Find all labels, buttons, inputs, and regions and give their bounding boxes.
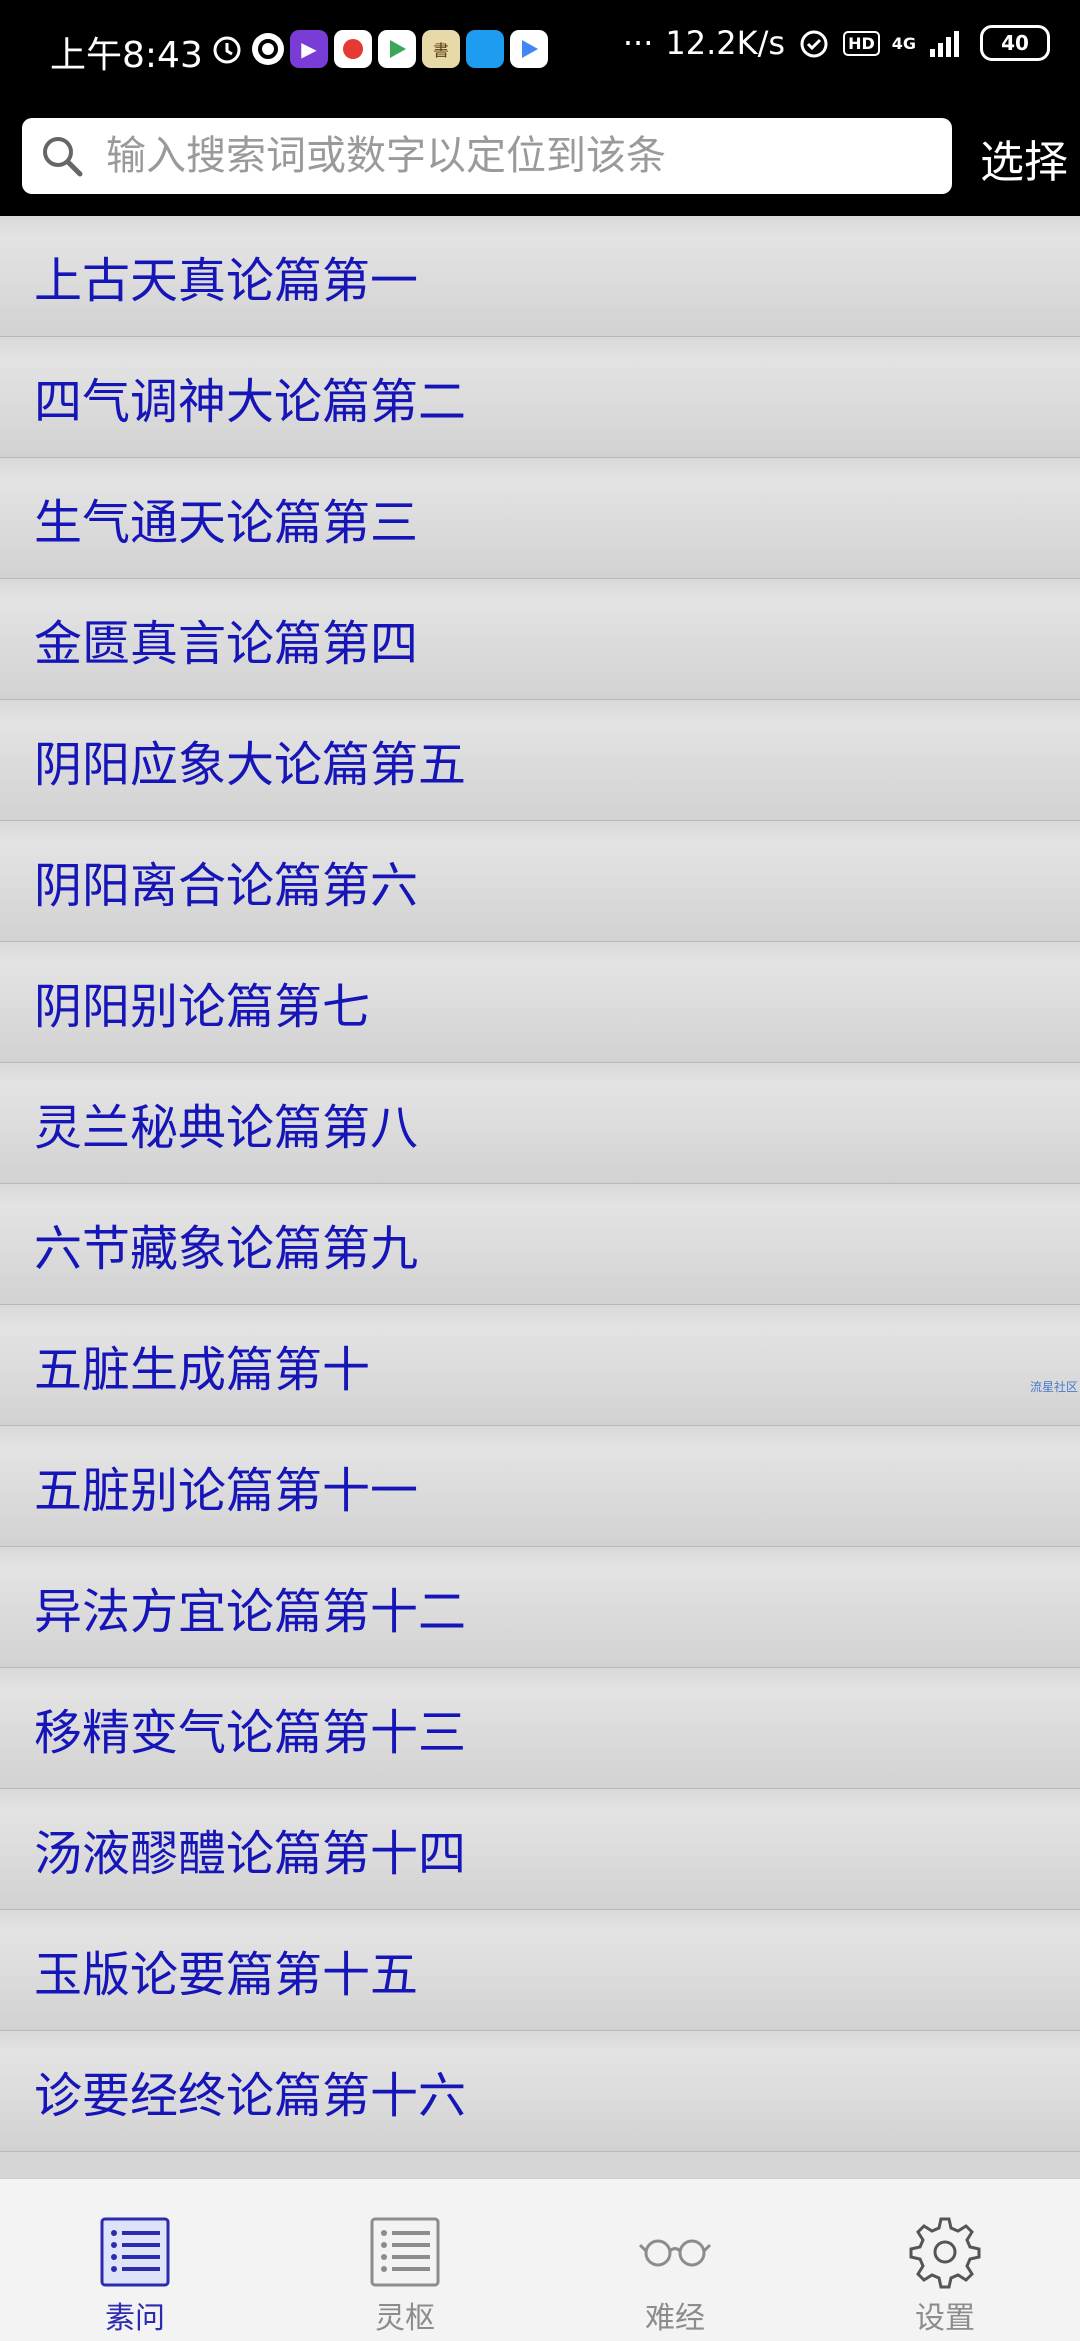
list-item[interactable]: 阴阳离合论篇第六 [0, 821, 1080, 942]
search-box[interactable] [22, 118, 952, 194]
list-icon [100, 2217, 170, 2287]
tab-label: 难经 [645, 2301, 705, 2336]
list-item-title: 异法方宜论篇第十二 [34, 1584, 467, 1640]
glasses-icon [638, 2239, 712, 2267]
search-header: 选择 [0, 98, 1080, 216]
status-bar: 上午8:43 ▶ 書 ··· 12.2K/s HD 4G 40 [0, 0, 1080, 98]
tab-nanjing[interactable]: 难经 [540, 2179, 810, 2341]
list-item-title: 汤液醪醴论篇第十四 [34, 1826, 467, 1882]
list-item-title: 阴阳应象大论篇第五 [34, 737, 467, 793]
list-item[interactable]: 灵兰秘典论篇第八 [0, 1063, 1080, 1184]
notification-icons: ▶ 書 [208, 26, 548, 72]
net-speed: 12.2K/s [665, 24, 786, 62]
list-item[interactable]: 移精变气论篇第十三 [0, 1668, 1080, 1789]
list-item[interactable]: 异法方宜论篇第十二 [0, 1547, 1080, 1668]
battery-level: 40 [1001, 31, 1029, 55]
play-app-icon [378, 30, 416, 68]
list-item[interactable]: 诊要经终论篇第十六 [0, 2031, 1080, 2152]
list-item[interactable]: 五脏生成篇第十 [0, 1305, 1080, 1426]
video-app-icon: ▶ [290, 30, 328, 68]
tab-settings[interactable]: 设置 [810, 2179, 1080, 2341]
list-item-title: 阴阳离合论篇第六 [34, 858, 419, 914]
alarm-icon-2 [800, 30, 828, 58]
hd-badge: HD [843, 30, 880, 56]
list-item[interactable]: 汤液醪醴论篇第十四 [0, 1789, 1080, 1910]
tab-label: 设置 [915, 2301, 975, 2336]
list-item[interactable]: 金匮真言论篇第四 [0, 579, 1080, 700]
list-item-title: 移精变气论篇第十三 [34, 1705, 467, 1761]
status-right: ··· 12.2K/s HD 4G 40 [623, 24, 1050, 62]
alarm-icon [208, 30, 246, 68]
list-item-title: 上古天真论篇第一 [34, 253, 419, 309]
red-app-icon [334, 30, 372, 68]
tab-lingshu[interactable]: 灵枢 [270, 2179, 540, 2341]
list-item[interactable]: 上古天真论篇第一 [0, 216, 1080, 337]
list-item-title: 五脏别论篇第十一 [34, 1463, 419, 1519]
list-item-title: 五脏生成篇第十 [34, 1342, 371, 1398]
list-item-title: 诊要经终论篇第十六 [34, 2068, 467, 2124]
list-item[interactable]: 玉版论要篇第十五 [0, 1910, 1080, 2031]
blue-app-icon [466, 30, 504, 68]
signal-icon [930, 31, 959, 57]
list-item-title: 阴阳别论篇第七 [34, 979, 371, 1035]
list-item[interactable]: 阴阳别论篇第七 [0, 942, 1080, 1063]
list-item-title: 生气通天论篇第三 [34, 495, 419, 551]
list-item[interactable]: 五脏别论篇第十一 [0, 1426, 1080, 1547]
watermark: 流星社区 [1029, 1380, 1078, 1394]
list-item[interactable]: 四气调神大论篇第二 [0, 337, 1080, 458]
tab-suwen[interactable]: 素问 [0, 2179, 270, 2341]
network-type: 4G [891, 33, 916, 53]
list-item-title: 四气调神大论篇第二 [34, 374, 467, 430]
more-indicator: ··· [622, 24, 654, 62]
battery-icon: 40 [980, 25, 1050, 61]
list-icon [370, 2217, 440, 2287]
q-app-icon [252, 33, 284, 65]
tab-label: 灵枢 [375, 2301, 435, 2336]
play-app-icon-2 [510, 30, 548, 68]
list-item-title: 六节藏象论篇第九 [34, 1221, 419, 1277]
search-icon [43, 137, 83, 177]
book-app-icon: 書 [422, 30, 460, 68]
chapter-list[interactable]: 上古天真论篇第一 四气调神大论篇第二 生气通天论篇第三 金匮真言论篇第四 阴阳应… [0, 216, 1080, 2178]
status-time: 上午8:43 [50, 35, 203, 76]
list-item-title: 灵兰秘典论篇第八 [34, 1100, 419, 1156]
bottom-tab-bar: 素问 灵枢 难经 设置 [0, 2178, 1080, 2341]
gear-icon [909, 2217, 981, 2289]
search-input[interactable] [104, 132, 928, 180]
list-item[interactable]: 生气通天论篇第三 [0, 458, 1080, 579]
list-item[interactable]: 阴阳应象大论篇第五 [0, 700, 1080, 821]
list-item[interactable]: 六节藏象论篇第九 [0, 1184, 1080, 1305]
tab-label: 素问 [105, 2301, 165, 2336]
select-button[interactable]: 选择 [980, 126, 1068, 190]
list-item-title: 金匮真言论篇第四 [34, 616, 419, 672]
list-item-title: 玉版论要篇第十五 [34, 1947, 419, 2003]
